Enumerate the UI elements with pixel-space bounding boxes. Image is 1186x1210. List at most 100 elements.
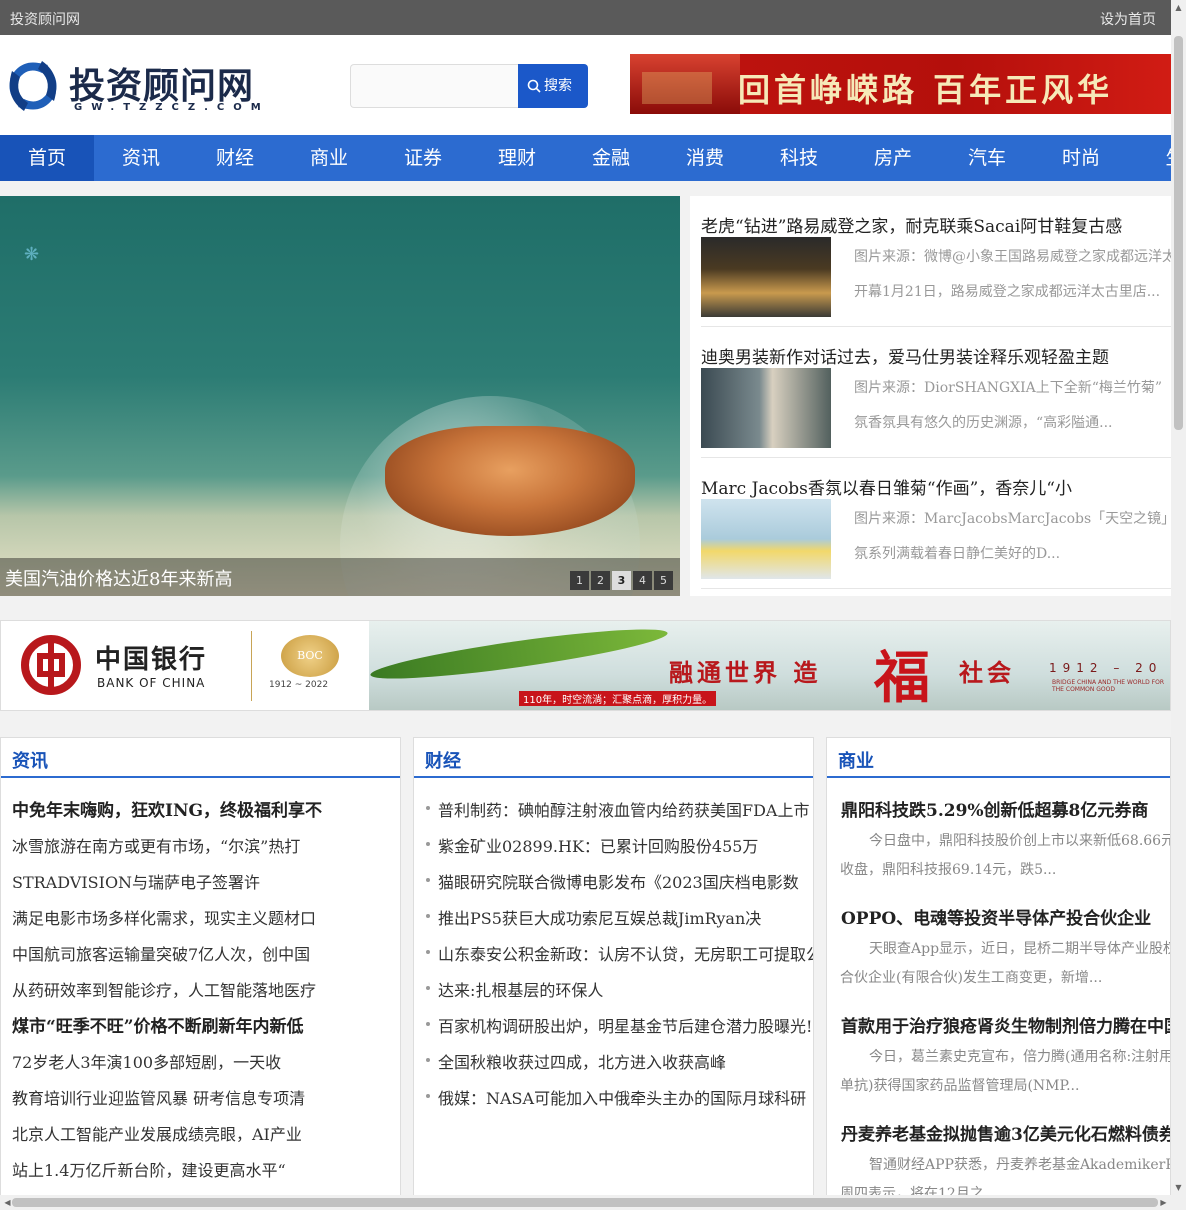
vertical-scroll-thumb[interactable]	[1174, 36, 1183, 430]
horizontal-scrollbar[interactable]: ◀ ▶	[0, 1195, 1171, 1210]
hero-slider[interactable]: ❋ 美国汽油价格达近8年来新高 12345	[0, 196, 680, 596]
search-input[interactable]	[350, 64, 518, 108]
slider-page-1[interactable]: 1	[570, 571, 589, 590]
news-card-thumbnail[interactable]	[701, 368, 831, 448]
article-summary: 合伙企业(有限合伙)发生工商变更，新增...	[840, 970, 1103, 986]
list-item[interactable]: 从药研效率到智能诊疗，人工智能落地医疗	[12, 977, 316, 1001]
snowflake-icon: ❋	[24, 244, 40, 265]
nav-item-banking[interactable]: 金融	[564, 135, 658, 181]
news-card-summary: 开幕1月21日，路易威登之家成都远洋太古里店...	[854, 284, 1161, 300]
bullet-icon	[426, 878, 430, 882]
list-item[interactable]: 紫金矿业02899.HK：已累计回购股份455万	[438, 833, 758, 857]
list-item[interactable]: STRADVISION与瑞萨电子签署许	[12, 869, 260, 893]
article-summary: 智通财经APP获悉，丹麦养老基金AkademikerP	[869, 1157, 1171, 1173]
column-title[interactable]: 商业	[838, 747, 874, 773]
slider-page-5[interactable]: 5	[654, 571, 673, 590]
bullet-icon	[426, 914, 430, 918]
site-logo[interactable]: 投资顾问网 GW.TZZCZ.COM	[2, 53, 262, 115]
slider-pager: 12345	[568, 569, 673, 590]
news-card-summary: 氛系列满载着春日静仁美好的D...	[854, 546, 1061, 562]
article-title[interactable]: OPPO、电魂等投资半导体产投合伙企业	[841, 904, 1151, 929]
nav-item-home[interactable]: 首页	[0, 135, 94, 181]
list-item[interactable]: 猫眼研究院联合微博电影发布《2023国庆档电影数	[438, 869, 799, 893]
slider-caption[interactable]: 美国汽油价格达近8年来新高	[5, 565, 232, 591]
featured-news-list: 老虎“钻进”路易威登之家，耐克联乘Sacai阿甘鞋复古感 图片来源：微博@小象王…	[690, 196, 1171, 596]
nav-item-fashion[interactable]: 时尚	[1034, 135, 1128, 181]
column-header: 财经	[414, 738, 813, 778]
news-card-title[interactable]: 迪奥男装新作对话过去，爱马仕男装诠释乐观轻盈主题	[701, 343, 1109, 368]
news-card-title[interactable]: 老虎“钻进”路易威登之家，耐克联乘Sacai阿甘鞋复古感	[701, 212, 1122, 237]
news-card[interactable]: 老虎“钻进”路易威登之家，耐克联乘Sacai阿甘鞋复古感 图片来源：微博@小象王…	[701, 196, 1171, 327]
coins-image	[385, 426, 635, 536]
slider-page-3[interactable]: 3	[612, 571, 631, 590]
scroll-right-icon[interactable]: ▶	[1156, 1195, 1171, 1210]
nav-item-news[interactable]: 资讯	[94, 135, 188, 181]
list-item[interactable]: 站上1.4万亿斤新台阶，建设更高水平“	[12, 1157, 286, 1181]
header-ad-banner[interactable]: 回首峥嵘路 百年正风华	[630, 54, 1171, 114]
nav-item-business[interactable]: 商业	[282, 135, 376, 181]
news-card-title[interactable]: Marc Jacobs香氛以春日雏菊“作画”，香奈儿“小	[701, 474, 1072, 499]
horizontal-scroll-thumb[interactable]	[12, 1198, 1158, 1207]
list-item[interactable]: 普利制药：碘帕醇注射液血管内给药获美国FDA上市	[438, 797, 810, 821]
scroll-up-icon[interactable]: ▲	[1171, 0, 1186, 15]
article-summary: 今日盘中，鼎阳科技股价创上市以来新低68.66元	[869, 833, 1171, 849]
list-item[interactable]: 百家机构调研股出炉，明星基金节后建仓潜力股曝光!	[438, 1013, 812, 1037]
nav-item-tech[interactable]: 科技	[752, 135, 846, 181]
nav-item-auto[interactable]: 汽车	[940, 135, 1034, 181]
news-card[interactable]: 迪奥男装新作对话过去，爱马仕男装诠释乐观轻盈主题 图片来源：DiorSHANGX…	[701, 327, 1171, 458]
list-item[interactable]: 中国航司旅客运输量突破7亿人次，创中国	[12, 941, 310, 965]
bank-name-zh: 中国银行	[95, 645, 208, 675]
article-summary: 今日，葛兰素史克宣布，倍力腾(通用名称:注射用	[869, 1049, 1171, 1065]
news-card-source: 图片来源：DiorSHANGXIA上下全新“梅兰竹菊”	[854, 380, 1163, 396]
site-name-link[interactable]: 投资顾问网	[10, 9, 80, 29]
column-title[interactable]: 资讯	[12, 747, 48, 773]
news-card-thumbnail[interactable]	[701, 499, 831, 579]
anniversary-years: 1912 ~ 2022	[269, 680, 329, 690]
column-title[interactable]: 财经	[425, 747, 461, 773]
list-item[interactable]: 教育培训行业迎监管风暴 研考信息专项清	[12, 1085, 305, 1109]
nav-item-consumer[interactable]: 消费	[658, 135, 752, 181]
news-card[interactable]: Marc Jacobs香氛以春日雏菊“作画”，香奈儿“小 图片来源：MarcJa…	[701, 458, 1171, 589]
nav-item-securities[interactable]: 证券	[376, 135, 470, 181]
article-summary: 收盘，鼎阳科技报69.14元，跌5...	[840, 862, 1057, 878]
article-title[interactable]: 丹麦养老基金拟抛售逾3亿美元化石燃料债券	[841, 1120, 1170, 1145]
search-button[interactable]: 搜索	[518, 64, 588, 108]
list-item[interactable]: 北京人工智能产业发展成绩亮眼，AI产业	[12, 1121, 302, 1145]
boc-logo-icon	[21, 635, 81, 695]
news-card-source: 图片来源：MarcJacobsMarcJacobs「天空之镜」限	[854, 511, 1171, 527]
boc-slogan-panel: 融通世界 造 福 社会 1912 – 20 BRIDGE CHINA AND T…	[368, 621, 1170, 710]
scroll-down-icon[interactable]: ▼	[1171, 1180, 1186, 1195]
search-button-label: 搜索	[544, 78, 572, 94]
list-item[interactable]: 俄媒：NASA可能加入中俄牵头主办的国际月球科研	[438, 1085, 806, 1109]
set-homepage-link[interactable]: 设为首页	[1100, 9, 1156, 29]
slider-page-2[interactable]: 2	[591, 571, 610, 590]
article-title[interactable]: 鼎阳科技跌5.29%创新低超募8亿元券商	[841, 796, 1148, 821]
list-item[interactable]: 煤市“旺季不旺”价格不断刷新年内新低	[12, 1012, 304, 1037]
bank-name-en: BANK OF CHINA	[97, 676, 206, 690]
list-item[interactable]: 达来:扎根基层的环保人	[438, 977, 603, 1001]
list-item[interactable]: 中免年末嗨购，狂欢ING，终极福利享不	[12, 796, 322, 821]
article-summary: 单抗)获得国家药品监督管理局(NMP...	[840, 1078, 1080, 1094]
bullet-icon	[426, 1022, 430, 1026]
nav-item-wealth[interactable]: 理财	[470, 135, 564, 181]
list-item[interactable]: 推出PS5获巨大成功索尼互娱总裁JimRyan决	[438, 905, 761, 929]
banner-slogan: 回首峥嵘路 百年正风华	[738, 71, 1114, 109]
column-header: 资讯	[1, 738, 400, 778]
logo-domain: GW.TZZCZ.COM	[74, 102, 270, 113]
header: 投资顾问网 GW.TZZCZ.COM 搜索 回首峥嵘路 百年正风华	[0, 35, 1171, 135]
news-card-thumbnail[interactable]	[701, 237, 831, 317]
bank-ad-banner[interactable]: 中国银行 BANK OF CHINA BOC 1912 ~ 2022 融通世界 …	[0, 620, 1171, 711]
list-item[interactable]: 冰雪旅游在南方或更有市场，“尔滨”热打	[12, 833, 300, 857]
banner-right-en: BRIDGE CHINA AND THE WORLD FOR THE COMMO…	[1052, 679, 1165, 693]
nav-item-finance[interactable]: 财经	[188, 135, 282, 181]
nav-item-life[interactable]: 生	[1128, 135, 1171, 181]
search-icon	[527, 79, 541, 93]
nav-item-realestate[interactable]: 房产	[846, 135, 940, 181]
list-item[interactable]: 山东泰安公积金新政：认房不认贷，无房职工可提取公	[438, 941, 813, 965]
article-title[interactable]: 首款用于治疗狼疮肾炎生物制剂倍力腾在中国	[841, 1012, 1170, 1037]
list-item[interactable]: 全国秋粮收获过四成，北方进入收获高峰	[438, 1049, 726, 1073]
slider-page-4[interactable]: 4	[633, 571, 652, 590]
list-item[interactable]: 满足电影市场多样化需求，现实主义题材口	[12, 905, 316, 929]
list-item[interactable]: 72岁老人3年演100多部短剧，一天收	[12, 1049, 281, 1073]
vertical-scrollbar[interactable]: ▲ ▼	[1171, 0, 1186, 1210]
